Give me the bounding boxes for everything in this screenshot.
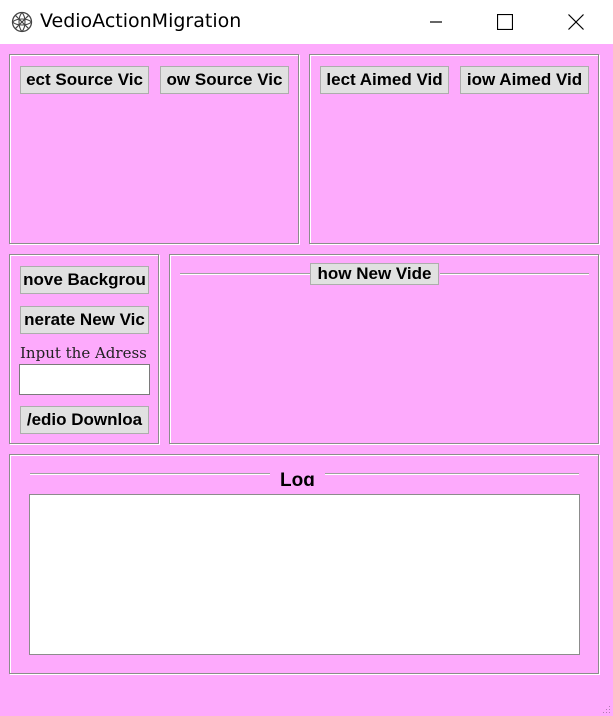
- close-button[interactable]: [553, 0, 599, 44]
- title-bar[interactable]: VedioActionMigration: [0, 0, 613, 44]
- window-title: VedioActionMigration: [40, 10, 242, 32]
- generate-new-video-label: nerate New Vic: [24, 310, 145, 329]
- select-aimed-video-label: lect Aimed Vid: [326, 70, 443, 89]
- new-video-separator-right: [440, 273, 589, 275]
- app-icon: [11, 11, 33, 33]
- select-aimed-video-button[interactable]: lect Aimed Vid: [320, 66, 449, 94]
- log-title: Log: [270, 470, 325, 486]
- close-icon: [568, 14, 584, 30]
- remove-background-label: nove Backgrou: [23, 270, 146, 289]
- address-label: Input the Adress: [20, 344, 147, 362]
- show-source-video-label: ow Source Vic: [166, 70, 283, 89]
- client-area: ect Source Vic ow Source Vic lect Aimed …: [0, 44, 613, 716]
- show-aimed-video-label: iow Aimed Vid: [466, 70, 583, 89]
- resize-grip-icon[interactable]: [601, 704, 611, 714]
- generate-new-video-button[interactable]: nerate New Vic: [20, 306, 149, 334]
- show-new-video-label: how New Vide: [317, 264, 432, 283]
- remove-background-button[interactable]: nove Backgrou: [20, 266, 149, 294]
- select-source-video-button[interactable]: ect Source Vic: [20, 66, 149, 94]
- minimize-button[interactable]: [413, 0, 459, 44]
- vedio-download-button[interactable]: /edio Downloa: [20, 406, 149, 434]
- minimize-icon: [430, 21, 442, 23]
- select-source-video-label: ect Source Vic: [26, 70, 143, 89]
- show-new-video-button[interactable]: how New Vide: [310, 263, 439, 285]
- show-aimed-video-button[interactable]: iow Aimed Vid: [460, 66, 589, 94]
- address-input[interactable]: [19, 364, 150, 395]
- new-video-separator-left: [180, 273, 310, 275]
- log-textarea[interactable]: [29, 494, 580, 655]
- vedio-download-label: /edio Downloa: [26, 410, 143, 429]
- maximize-icon: [497, 14, 513, 30]
- show-source-video-button[interactable]: ow Source Vic: [160, 66, 289, 94]
- maximize-button[interactable]: [482, 0, 528, 44]
